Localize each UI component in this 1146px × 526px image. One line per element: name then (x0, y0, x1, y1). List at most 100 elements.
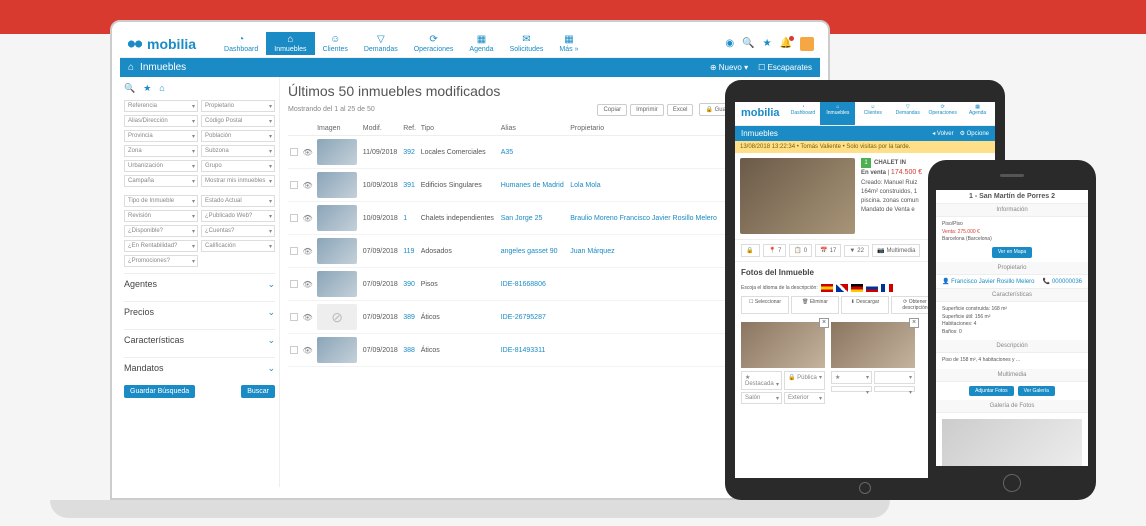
new-button[interactable]: ⊕ Nuevo ▾ (710, 63, 748, 72)
filter-provincia[interactable]: Provincia (124, 130, 198, 142)
filter-mostrar-mis-inmuebles[interactable]: Mostrar mis inmuebles (201, 175, 275, 187)
nav-dashboard[interactable]: ◔Dashboard (216, 32, 266, 55)
owner-link[interactable]: 👤 Francisco Javier Rosillo Melero (942, 278, 1035, 285)
row-checkbox[interactable] (290, 247, 298, 255)
cell-ref[interactable]: 389 (401, 301, 418, 334)
flag-es[interactable] (821, 284, 833, 292)
avatar[interactable] (800, 37, 814, 51)
cell-owner[interactable]: Braulio Moreno Francisco Javier Rosillo … (568, 202, 724, 235)
thumbnail[interactable]: ⊘ (317, 304, 357, 330)
col-header[interactable]: Modif. (361, 122, 401, 136)
row-checkbox[interactable] (290, 148, 298, 156)
cell-alias[interactable]: Humanes de Madrid (499, 169, 569, 202)
filter-poblaci-n[interactable]: Población (201, 130, 275, 142)
tablet-nav-inmuebles[interactable]: ⌂Inmuebles (820, 102, 855, 125)
tablet-nav-dashboard[interactable]: ◔Dashboard (786, 102, 821, 125)
cell-ref[interactable]: 391 (401, 169, 418, 202)
filter-zona[interactable]: Zona (124, 145, 198, 157)
cell-ref[interactable]: 388 (401, 334, 418, 367)
nav-inmuebles[interactable]: ⌂Inmuebles (266, 32, 314, 55)
toggle-icon[interactable]: ◉ (725, 38, 734, 49)
cell-ref[interactable]: 1 (401, 202, 418, 235)
cell-owner[interactable]: Lola Mola (568, 169, 724, 202)
close-icon[interactable]: × (819, 318, 829, 328)
side-icon[interactable]: 🔍 (124, 83, 135, 94)
cell-alias[interactable]: San Jorge 25 (499, 202, 569, 235)
cell-ref[interactable]: 119 (401, 235, 418, 268)
nav-demandas[interactable]: ▽Demandas (356, 32, 406, 55)
eye-icon[interactable]: 👁 (302, 214, 312, 223)
copiar-button[interactable]: Copiar (597, 104, 627, 116)
filter-urbanizaci-n[interactable]: Urbanización (124, 160, 198, 172)
logo[interactable]: mobilia (126, 36, 196, 52)
filter-referencia[interactable]: Referencia (124, 100, 198, 112)
cell-alias[interactable]: angeles gasset 90 (499, 235, 569, 268)
nav-solicitudes[interactable]: ✉Solicitudes (502, 32, 552, 55)
gallery-area[interactable]: Exterior (784, 392, 825, 404)
nav-más »[interactable]: ▦Más » (551, 32, 586, 55)
filter-tipo-de-inmueble[interactable]: Tipo de Inmueble (124, 195, 198, 207)
gallery-star[interactable]: ★ (831, 371, 872, 384)
side-icon[interactable]: ⌂ (159, 83, 164, 94)
gallery-privacy[interactable] (874, 371, 915, 384)
col-header[interactable]: Propietario (568, 122, 724, 136)
cell-alias[interactable]: IDE-81493311 (499, 334, 569, 367)
cell-ref[interactable]: 392 (401, 136, 418, 169)
flag-en[interactable] (836, 284, 848, 292)
gallery-room[interactable] (831, 386, 872, 392)
showcases-button[interactable]: ☐ Escaparates (758, 63, 812, 72)
property-photo[interactable] (740, 158, 855, 234)
back-button[interactable]: ◂ Volver (932, 130, 953, 137)
eye-icon[interactable]: 👁 (302, 346, 312, 355)
cell-alias[interactable]: IDE-81668806 (499, 268, 569, 301)
iconbar-item[interactable]: 📋0 (789, 244, 812, 257)
phone-ref[interactable]: 📞 000000036 (1043, 278, 1082, 285)
excel-button[interactable]: Excel (667, 104, 694, 116)
thumbnail[interactable] (317, 238, 357, 264)
filter-propietario[interactable]: Propietario (201, 100, 275, 112)
nav-agenda[interactable]: ▦Agenda (461, 32, 501, 55)
thumbnail[interactable] (317, 271, 357, 297)
tablet-nav-demandas[interactable]: ▽Demandas (890, 102, 925, 125)
filter--publicado-web-[interactable]: ¿Publicado Web? (201, 210, 275, 222)
side-icon[interactable]: ★ (143, 83, 151, 94)
tablet-nav-operaciones[interactable]: ⟳Operaciones (925, 102, 960, 125)
eye-icon[interactable]: 👁 (302, 247, 312, 256)
notification-icon[interactable]: 🔔 (780, 38, 792, 49)
filter-revisi-n[interactable]: Revisión (124, 210, 198, 222)
cell-ref[interactable]: 390 (401, 268, 418, 301)
search-button[interactable]: Buscar (241, 385, 275, 398)
tablet-nav-clientes[interactable]: ☺Clientes (855, 102, 890, 125)
iconbar-item[interactable]: 🔒 (741, 244, 760, 257)
filter--cuentas-[interactable]: ¿Cuentas? (201, 225, 275, 237)
imprimir-button[interactable]: Imprimir (630, 104, 664, 116)
gallery-room[interactable]: Salón (741, 392, 782, 404)
section-precios[interactable]: Precios⌄ (124, 301, 275, 323)
cell-alias[interactable]: IDE-26795287 (499, 301, 569, 334)
filter--en-rentabilidad-[interactable]: ¿En Rentabilidad? (124, 240, 198, 252)
flag-ru[interactable] (866, 284, 878, 292)
tool-button[interactable]: 🗑 Eliminar (791, 296, 839, 314)
filter-campa-a[interactable]: Campaña (124, 175, 198, 187)
section-agentes[interactable]: Agentes⌄ (124, 273, 275, 295)
star-icon[interactable]: ★ (763, 38, 772, 49)
row-checkbox[interactable] (290, 280, 298, 288)
col-header[interactable]: Imagen (315, 122, 361, 136)
tool-button[interactable]: ☐ Seleccionar (741, 296, 789, 314)
row-checkbox[interactable] (290, 346, 298, 354)
cell-alias[interactable]: A35 (499, 136, 569, 169)
section-características[interactable]: Características⌄ (124, 329, 275, 351)
col-header[interactable] (288, 122, 300, 136)
close-icon[interactable]: × (909, 318, 919, 328)
tablet-logo[interactable]: mobilia (735, 102, 786, 125)
search-icon[interactable]: 🔍 (742, 38, 754, 49)
options-button[interactable]: ⚙ Opcione (960, 130, 989, 137)
cell-owner[interactable] (568, 268, 724, 301)
filter--promociones-[interactable]: ¿Promociones? (124, 255, 198, 267)
thumbnail[interactable] (317, 139, 357, 165)
save-search-button[interactable]: Guardar Búsqueda (124, 385, 195, 398)
col-header[interactable] (300, 122, 315, 136)
iconbar-item[interactable]: 📍7 (763, 244, 786, 257)
thumbnail[interactable] (317, 337, 357, 363)
thumbnail[interactable] (317, 205, 357, 231)
